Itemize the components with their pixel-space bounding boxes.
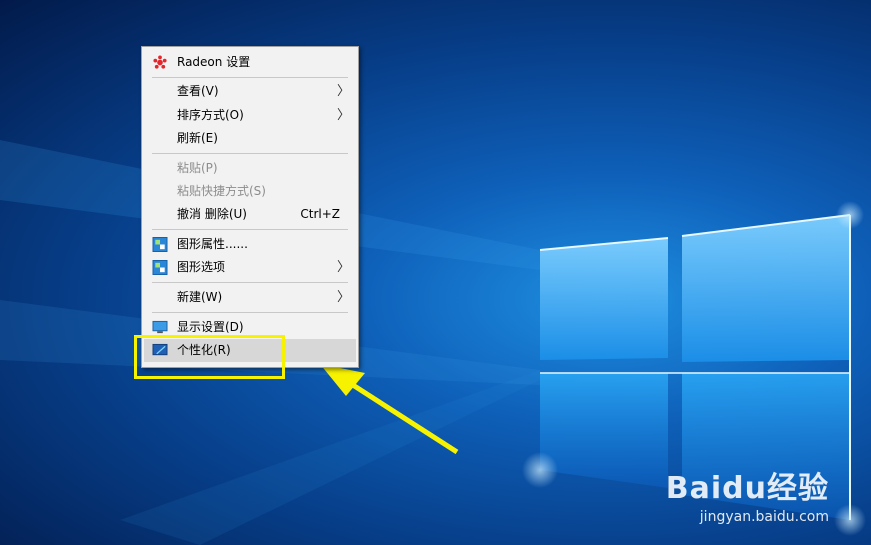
menu-item-paste[interactable]: 粘贴(P) [144, 157, 356, 180]
menu-item-new[interactable]: 新建(W) 〉 [144, 286, 356, 309]
desktop-background[interactable]: Radeon 设置 查看(V) 〉 排序方式(O) 〉 刷新(E) 粘贴(P) … [0, 0, 871, 545]
chevron-right-icon: 〉 [336, 290, 350, 305]
menu-item-label: 撤消 删除(U) [177, 207, 247, 221]
menu-item-label: 图形属性...... [177, 237, 248, 251]
watermark-url: jingyan.baidu.com [699, 509, 829, 525]
menu-item-label: 图形选项 [177, 260, 226, 274]
logo-pane-top-left [540, 238, 668, 360]
baidu-jingyan-watermark: Baidu经验 jingyan.baidu.com [666, 463, 829, 525]
context-menu: Radeon 设置 查看(V) 〉 排序方式(O) 〉 刷新(E) 粘贴(P) … [141, 46, 359, 368]
menu-item-label: 新建(W) [177, 290, 223, 304]
menu-item-graphics-options[interactable]: 图形选项 〉 [144, 256, 356, 279]
annotation-highlight-box [134, 335, 285, 379]
menu-item-label: 查看(V) [177, 84, 219, 98]
display-icon [152, 320, 168, 334]
menu-item-undo-delete[interactable]: 撤消 删除(U) Ctrl+Z [144, 203, 356, 226]
logo-pane-bottom-left [540, 373, 668, 488]
menu-item-label: Radeon 设置 [177, 55, 251, 69]
graphics-icon [152, 260, 168, 275]
chevron-right-icon: 〉 [336, 108, 350, 123]
radeon-icon [153, 55, 167, 69]
graphics-icon [152, 237, 168, 252]
menu-item-label: 排序方式(O) [177, 108, 244, 122]
menu-separator [152, 282, 348, 283]
menu-separator [152, 312, 348, 313]
menu-item-view[interactable]: 查看(V) 〉 [144, 80, 356, 103]
menu-item-sort-by[interactable]: 排序方式(O) 〉 [144, 104, 356, 127]
menu-separator [152, 229, 348, 230]
menu-item-label: 粘贴(P) [177, 161, 218, 175]
menu-item-label: 刷新(E) [177, 131, 218, 145]
chevron-right-icon: 〉 [336, 260, 350, 275]
menu-item-shortcut: Ctrl+Z [300, 207, 340, 221]
menu-item-label: 粘贴快捷方式(S) [177, 184, 266, 198]
chevron-right-icon: 〉 [336, 84, 350, 99]
logo-pane-top-right [682, 215, 850, 362]
menu-item-paste-shortcut[interactable]: 粘贴快捷方式(S) [144, 180, 356, 203]
menu-separator [152, 77, 348, 78]
watermark-brand: Baidu经验 [665, 471, 829, 506]
menu-item-graphics-properties[interactable]: 图形属性...... [144, 233, 356, 256]
menu-item-refresh[interactable]: 刷新(E) [144, 127, 356, 150]
menu-item-radeon-settings[interactable]: Radeon 设置 [144, 51, 356, 74]
menu-separator [152, 153, 348, 154]
